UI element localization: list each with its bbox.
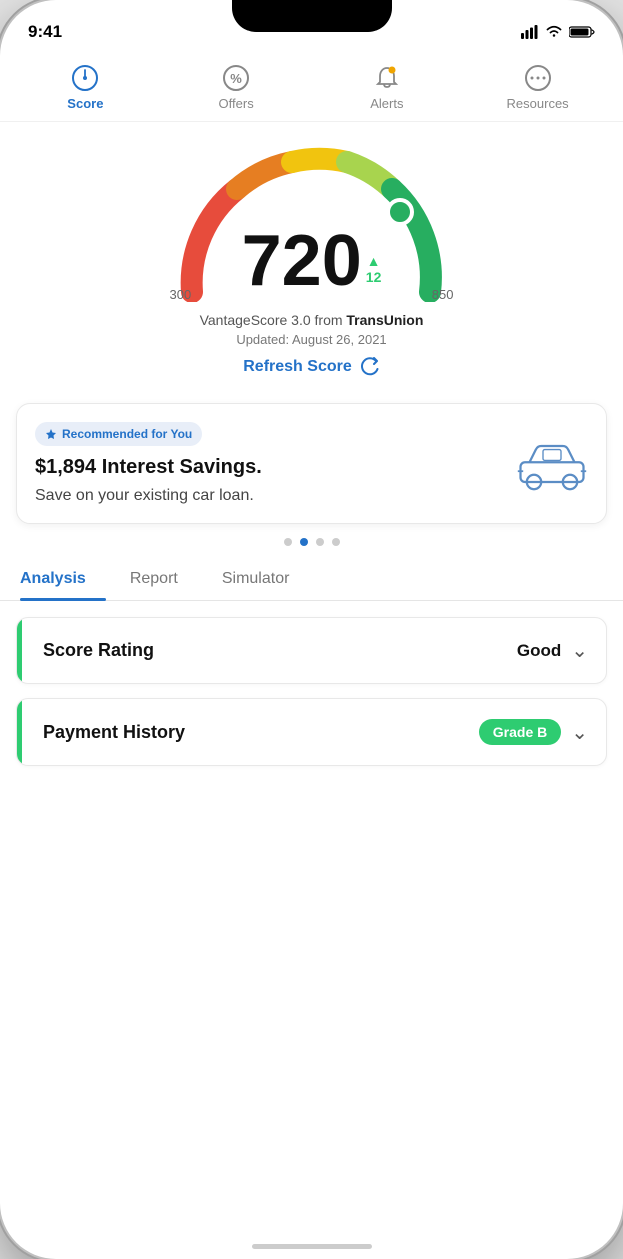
- dot-3[interactable]: [316, 538, 324, 546]
- card-subtitle: Save on your existing car loan.: [35, 487, 506, 505]
- gauge-min: 300: [170, 287, 192, 302]
- refresh-score-button[interactable]: Refresh Score: [243, 357, 380, 377]
- payment-history-chevron: ⌄: [571, 720, 588, 745]
- badge-label: Recommended for You: [62, 427, 192, 441]
- card-title: $1,894 Interest Savings.: [35, 456, 506, 479]
- tab-resources[interactable]: Resources: [503, 64, 573, 111]
- gauge-max: 850: [432, 287, 454, 302]
- status-time: 9:41: [28, 22, 62, 42]
- alerts-tab-label: Alerts: [370, 96, 403, 111]
- score-section: 720 ▲ 12 300 850 VantageScore 3.0 from T…: [0, 122, 623, 403]
- refresh-label: Refresh Score: [243, 358, 352, 376]
- score-rating-right: Good ⌄: [517, 638, 588, 663]
- alerts-tab-icon: [373, 64, 401, 92]
- score-source: VantageScore 3.0 from TransUnion: [200, 312, 424, 328]
- payment-history-label: Payment History: [35, 722, 185, 743]
- score-provider: TransUnion: [346, 312, 423, 328]
- analysis-tabs: Analysis Report Simulator: [0, 558, 623, 601]
- card-left: Recommended for You $1,894 Interest Savi…: [35, 422, 506, 505]
- star-icon: [45, 428, 57, 440]
- tab-score[interactable]: Score: [50, 64, 120, 111]
- car-icon: [516, 436, 588, 492]
- score-arrow-icon: ▲: [367, 253, 381, 269]
- resources-tab-label: Resources: [507, 96, 569, 111]
- score-tab-label: Score: [67, 96, 103, 111]
- score-rating-chevron: ⌄: [571, 638, 588, 663]
- score-display: 720 ▲ 12: [242, 225, 382, 297]
- refresh-icon: [360, 357, 380, 377]
- card-section: Recommended for You $1,894 Interest Savi…: [0, 403, 623, 524]
- tab-offers[interactable]: % Offers: [201, 64, 271, 111]
- tab-report[interactable]: Report: [130, 558, 198, 600]
- recommended-badge: Recommended for You: [35, 422, 202, 446]
- dot-2[interactable]: [300, 538, 308, 546]
- nav-tabs: Score % Offers Alerts: [0, 50, 623, 122]
- tab-analysis[interactable]: Analysis: [20, 558, 106, 600]
- dot-1[interactable]: [284, 538, 292, 546]
- offers-tab-label: Offers: [219, 96, 254, 111]
- score-value: 720: [242, 225, 362, 297]
- status-icons: [521, 25, 595, 39]
- battery-icon: [569, 25, 595, 39]
- simulator-tab-label: Simulator: [222, 570, 290, 587]
- home-indicator: [252, 1244, 372, 1249]
- score-rating-value: Good: [517, 641, 561, 661]
- status-bar: 9:41: [0, 0, 623, 50]
- payment-history-right: Grade B ⌄: [479, 719, 588, 745]
- gauge-container: 720 ▲ 12 300 850: [162, 142, 462, 302]
- score-updated: Updated: August 26, 2021: [236, 332, 386, 347]
- recommendation-card[interactable]: Recommended for You $1,894 Interest Savi…: [16, 403, 607, 524]
- svg-text:%: %: [230, 71, 242, 86]
- score-rating-card[interactable]: Score Rating Good ⌄: [16, 617, 607, 684]
- score-tab-icon: [71, 64, 99, 92]
- score-change: ▲ 12: [366, 253, 382, 285]
- score-rating-label: Score Rating: [35, 640, 154, 661]
- tab-simulator[interactable]: Simulator: [222, 558, 310, 600]
- dot-4[interactable]: [332, 538, 340, 546]
- analysis-tab-label: Analysis: [20, 570, 86, 587]
- phone-frame: 9:41: [0, 0, 623, 1259]
- offers-tab-icon: %: [222, 64, 250, 92]
- resources-tab-icon: [524, 64, 552, 92]
- signal-icon: [521, 25, 539, 39]
- payment-history-card[interactable]: Payment History Grade B ⌄: [16, 698, 607, 766]
- grade-badge: Grade B: [479, 719, 561, 745]
- analysis-section: Score Rating Good ⌄ Payment History Grad…: [0, 601, 623, 766]
- score-source-text: VantageScore 3.0 from: [200, 312, 343, 328]
- carousel-dots: [0, 538, 623, 546]
- wifi-icon: [545, 25, 563, 39]
- tab-alerts[interactable]: Alerts: [352, 64, 422, 111]
- score-delta: 12: [366, 269, 382, 285]
- report-tab-label: Report: [130, 570, 178, 587]
